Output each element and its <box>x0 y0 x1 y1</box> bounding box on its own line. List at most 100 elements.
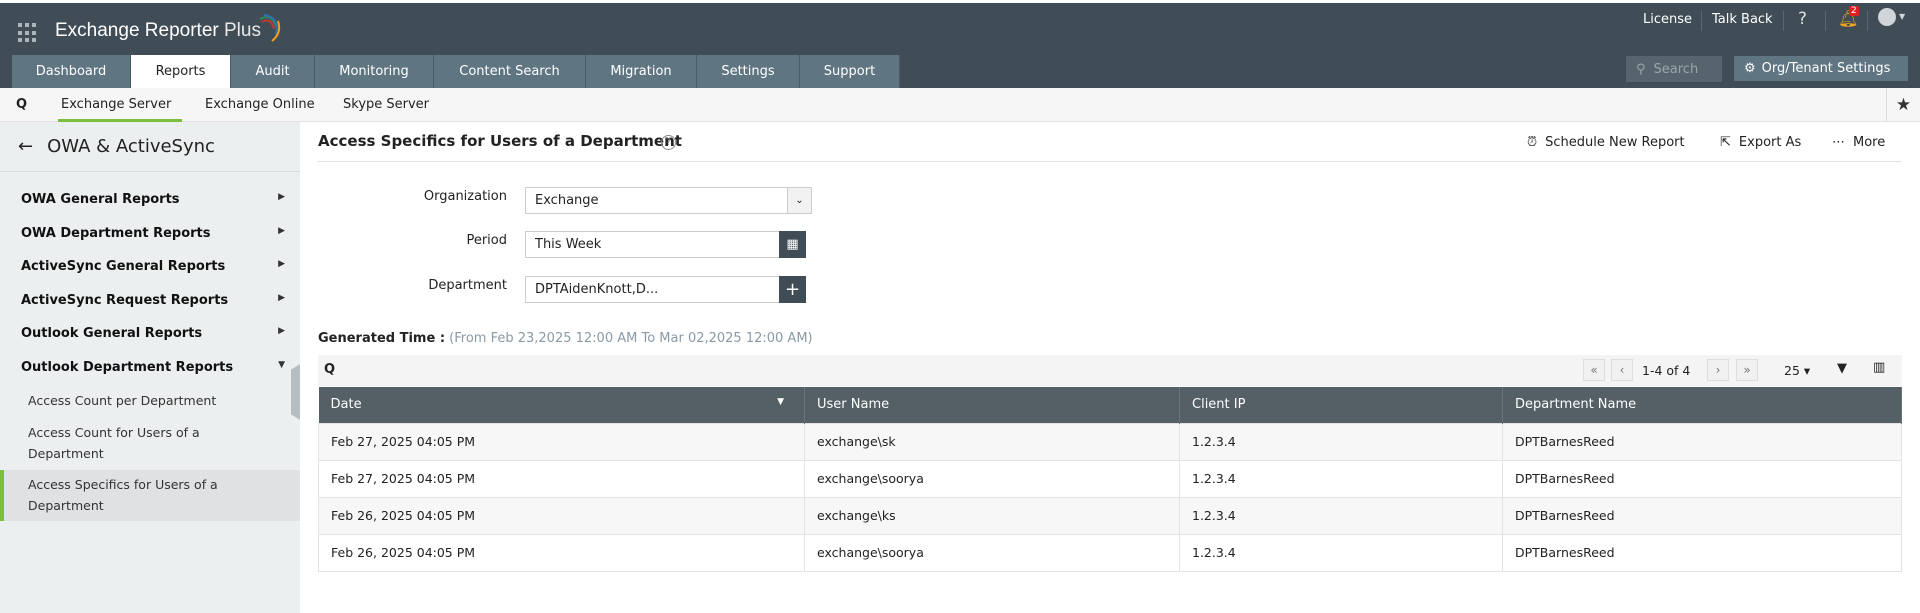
cell-client-ip: 1.2.3.4 <box>1179 533 1503 572</box>
sidebar-subitem-access-count-per-dept[interactable]: Access Count per Department <box>28 390 238 411</box>
column-header-date[interactable]: Date ▼ <box>318 387 805 423</box>
period-label: Period <box>466 233 507 248</box>
tab-audit[interactable]: Audit <box>231 55 315 88</box>
back-arrow-icon[interactable]: ← <box>18 136 33 157</box>
more-icon: ⋯ <box>1832 135 1845 150</box>
sidebar-item-outlook-general[interactable]: Outlook General Reports ▶ <box>21 326 291 341</box>
filter-icon[interactable]: ▼ <box>1837 361 1847 376</box>
sidebar-item-activesync-general[interactable]: ActiveSync General Reports ▶ <box>21 259 291 274</box>
department-input[interactable]: DPTAidenKnott,D... <box>525 276 780 303</box>
table-row[interactable]: Feb 27, 2025 04:05 PM exchange\sk 1.2.3.4 D… <box>318 422 1902 461</box>
chevron-down-icon[interactable]: ▼ <box>1899 12 1905 21</box>
cell-department-name: DPTBarnesReed <box>1502 533 1902 572</box>
sidebar-item-owa-general[interactable]: OWA General Reports ▶ <box>21 192 291 207</box>
gear-icon: ⚙ <box>1744 61 1756 76</box>
cell-date: Feb 26, 2025 04:05 PM <box>318 496 805 535</box>
cell-client-ip: 1.2.3.4 <box>1179 422 1503 461</box>
sidebar: ← OWA & ActiveSync OWA General Reports ▶ O… <box>0 122 300 613</box>
more-button[interactable]: ⋯ More <box>1832 135 1885 150</box>
user-avatar-icon[interactable] <box>1878 8 1896 26</box>
logo-swoosh-icon <box>259 14 281 42</box>
chevron-right-icon: ▶ <box>278 192 285 202</box>
page-size-select[interactable]: 25 ▾ <box>1784 363 1810 378</box>
cell-client-ip: 1.2.3.4 <box>1179 459 1503 498</box>
add-column-icon[interactable]: ▥ <box>1873 360 1885 375</box>
subnav-exchange-online[interactable]: Exchange Online <box>205 97 315 112</box>
tab-settings[interactable]: Settings <box>697 55 800 88</box>
sidebar-subitem-access-count-users[interactable]: Access Count for Users of a Department <box>28 422 238 464</box>
cell-user-name: exchange\ks <box>804 496 1180 535</box>
chevron-right-icon: ▶ <box>278 293 285 303</box>
chevron-down-icon[interactable]: ⌄ <box>787 188 811 213</box>
first-page-button[interactable]: « <box>1583 359 1605 381</box>
app-logo[interactable]: Exchange Reporter Plus <box>55 20 261 42</box>
tab-support[interactable]: Support <box>800 55 900 88</box>
tab-reports[interactable]: Reports <box>131 55 231 88</box>
table-row[interactable]: Feb 26, 2025 04:05 PM exchange\soorya 1.2.… <box>318 533 1902 572</box>
search-input[interactable]: ⚲ Search <box>1626 56 1722 82</box>
app-grid-icon[interactable] <box>18 23 38 43</box>
subnav-skype-server[interactable]: Skype Server <box>343 97 429 112</box>
help-icon[interactable]: ? <box>661 135 676 150</box>
cell-department-name: DPTBarnesReed <box>1502 459 1902 498</box>
help-icon[interactable]: ? <box>1798 9 1807 29</box>
cell-department-name: DPTBarnesReed <box>1502 496 1902 535</box>
sidebar-item-activesync-request[interactable]: ActiveSync Request Reports ▶ <box>21 293 291 308</box>
favorite-star-icon[interactable]: ★ <box>1886 88 1920 122</box>
search-placeholder: Search <box>1653 61 1699 77</box>
generated-time: Generated Time : (From Feb 23,2025 12:00… <box>318 331 813 346</box>
report-search-icon[interactable]: Q <box>16 97 27 112</box>
period-input[interactable]: This Week <box>525 231 780 258</box>
last-page-button[interactable]: » <box>1736 359 1758 381</box>
report-table: Date ▼ User Name Client IP Department Nam… <box>318 387 1902 572</box>
add-department-button[interactable]: + <box>779 276 806 303</box>
search-icon: ⚲ <box>1636 61 1646 77</box>
schedule-report-button[interactable]: ⏰︎ Schedule New Report <box>1527 135 1685 150</box>
column-header-department-name[interactable]: Department Name <box>1502 387 1902 423</box>
prev-page-button[interactable]: ‹ <box>1611 359 1633 381</box>
table-search-icon[interactable]: Q <box>324 362 335 377</box>
sort-desc-icon: ▼ <box>777 397 784 408</box>
tab-migration[interactable]: Migration <box>586 55 697 88</box>
calendar-icon[interactable]: ▦ <box>779 231 806 258</box>
org-tenant-settings-button[interactable]: ⚙ Org/Tenant Settings <box>1734 56 1908 81</box>
sub-navigation: Q Exchange Server Exchange Online Skype … <box>0 88 1920 122</box>
export-icon: ⇱ <box>1720 135 1731 150</box>
table-row[interactable]: Feb 26, 2025 04:05 PM exchange\ks 1.2.3.4 D… <box>318 496 1902 535</box>
divider <box>318 161 1902 162</box>
chevron-down-icon: ▼ <box>278 360 285 370</box>
logo-plus: Plus <box>224 20 261 41</box>
export-as-button[interactable]: ⇱ Export As <box>1720 135 1801 150</box>
cell-date: Feb 26, 2025 04:05 PM <box>318 533 805 572</box>
next-page-button[interactable]: › <box>1707 359 1729 381</box>
chevron-right-icon: ▶ <box>278 226 285 236</box>
cell-client-ip: 1.2.3.4 <box>1179 496 1503 535</box>
column-header-client-ip[interactable]: Client IP <box>1179 387 1503 423</box>
organization-select[interactable]: Exchange <box>525 187 812 214</box>
tab-content-search[interactable]: Content Search <box>434 55 586 88</box>
sidebar-item-owa-department[interactable]: OWA Department Reports ▶ <box>21 226 291 241</box>
column-header-user-name[interactable]: User Name <box>804 387 1180 423</box>
page-title: Access Specifics for Users of a Departme… <box>318 132 682 150</box>
sidebar-item-outlook-department[interactable]: Outlook Department Reports ▼ <box>21 360 291 375</box>
license-link[interactable]: License <box>1643 12 1692 27</box>
department-label: Department <box>428 278 507 293</box>
cell-date: Feb 27, 2025 04:05 PM <box>318 422 805 461</box>
talk-back-link[interactable]: Talk Back <box>1712 12 1773 27</box>
organization-label: Organization <box>423 189 507 204</box>
sidebar-collapse-handle[interactable] <box>291 364 300 420</box>
subnav-exchange-server[interactable]: Exchange Server <box>61 97 171 112</box>
logo-text: Exchange Reporter <box>55 20 219 41</box>
sidebar-subitem-access-specifics[interactable]: Access Specifics for Users of a Departme… <box>28 474 238 516</box>
org-settings-label: Org/Tenant Settings <box>1761 61 1891 76</box>
page-range: 1-4 of 4 <box>1642 363 1691 378</box>
chevron-right-icon: ▶ <box>278 259 285 269</box>
tab-dashboard[interactable]: Dashboard <box>12 55 131 88</box>
alarm-clock-icon: ⏰︎ <box>1527 135 1538 150</box>
tab-monitoring[interactable]: Monitoring <box>315 55 434 88</box>
sidebar-header[interactable]: ← OWA & ActiveSync <box>0 122 300 172</box>
table-row[interactable]: Feb 27, 2025 04:05 PM exchange\soorya 1.2.… <box>318 459 1902 498</box>
table-toolbar: Q « ‹ 1-4 of 4 › » 25 ▾ ▼ ▥ <box>318 355 1902 386</box>
cell-date: Feb 27, 2025 04:05 PM <box>318 459 805 498</box>
cell-user-name: exchange\soorya <box>804 459 1180 498</box>
